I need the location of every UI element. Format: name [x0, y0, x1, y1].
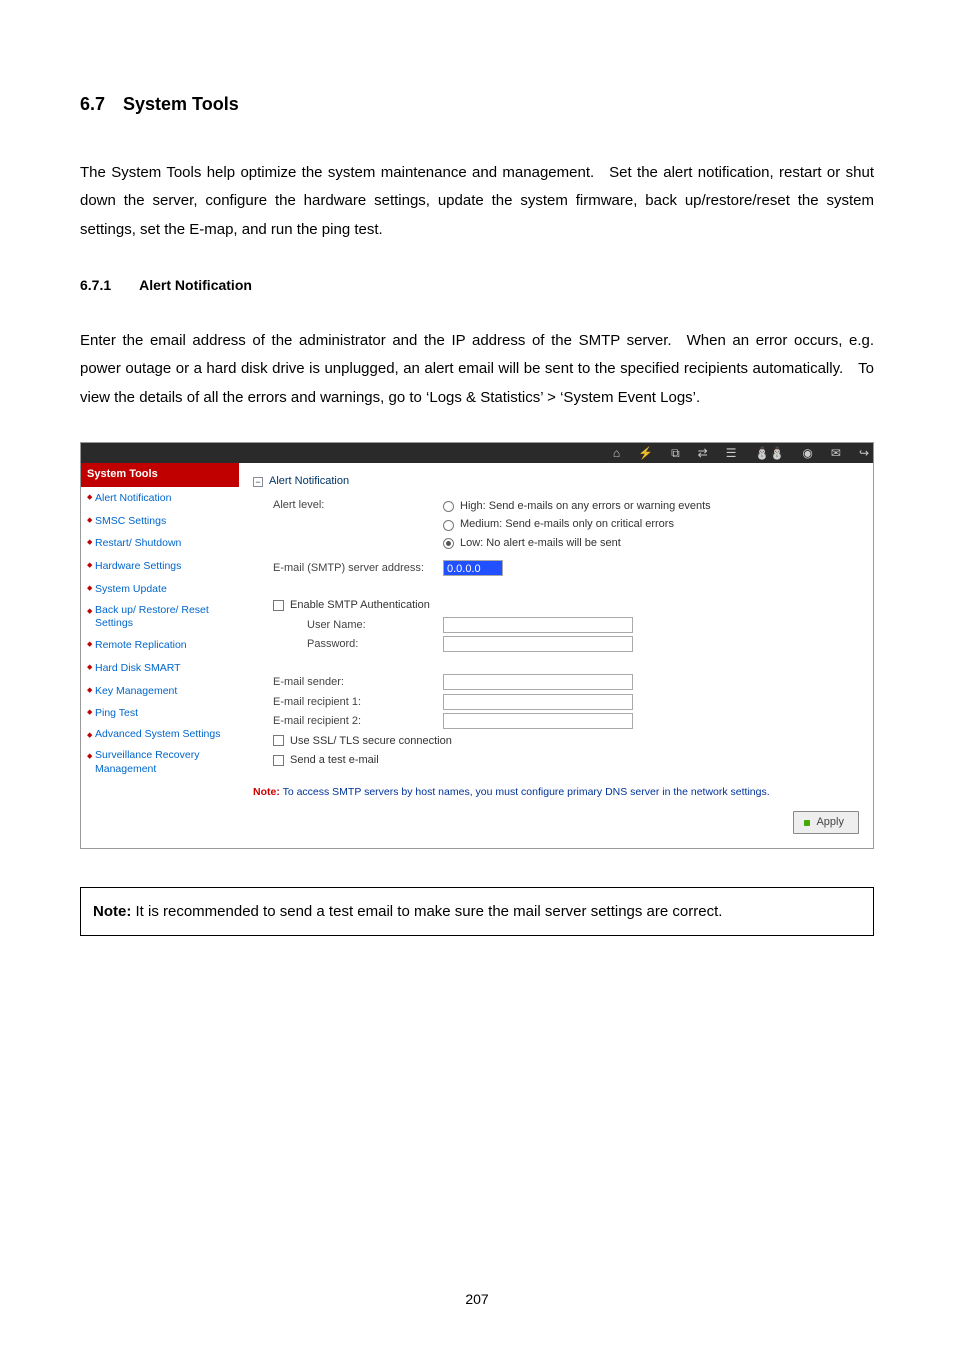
send-test-email[interactable]: Send a test e-mail — [253, 752, 859, 770]
sidebar-item-label: Hard Disk SMART — [95, 660, 235, 677]
sidebar-item-advanced-system-settings[interactable]: ◆Advanced System Settings — [81, 725, 239, 746]
sidebar-item-label: Advanced System Settings — [95, 728, 235, 742]
camera-icon[interactable]: ◉ — [802, 444, 812, 463]
sidebar-item-hard-disk-smart[interactable]: ◆Hard Disk SMART — [81, 657, 239, 680]
content-panel: − Alert Notification Alert level: High: … — [239, 463, 873, 848]
apply-button[interactable]: Apply — [793, 811, 859, 835]
email-sender-input[interactable] — [443, 674, 633, 690]
radio-label: High: Send e-mails on any errors or warn… — [460, 498, 711, 516]
alert-level-high[interactable]: High: Send e-mails on any errors or warn… — [443, 498, 859, 516]
checkbox-label: Enable SMTP Authentication — [290, 599, 430, 611]
subsection-heading: 6.7.1 Alert Notification — [80, 274, 874, 296]
checkbox-label: Use SSL/ TLS secure connection — [290, 735, 452, 747]
panel-title: Alert Notification — [269, 473, 349, 491]
apply-label: Apply — [816, 814, 844, 832]
email-recipient1-label: E-mail recipient 1: — [253, 694, 443, 712]
sidebar-item-backup-restore-reset[interactable]: ◆Back up/ Restore/ Reset Settings — [81, 601, 239, 634]
username-input[interactable] — [443, 617, 633, 633]
transfer-icon[interactable]: ⇄ — [698, 444, 708, 463]
apply-icon — [804, 820, 810, 826]
ui-screenshot: ⌂ ⚡ ⧉ ⇄ ☰ ⛄⛄ ◉ ✉ ↪ System Tools ◆Alert N… — [80, 442, 874, 849]
sidebar-item-label: Ping Test — [95, 705, 235, 722]
mail-icon[interactable]: ✉ — [831, 444, 841, 463]
sidebar-item-label: Back up/ Restore/ Reset Settings — [95, 604, 235, 631]
collapse-icon[interactable]: − — [253, 477, 263, 487]
panel-header[interactable]: − Alert Notification — [253, 473, 859, 491]
document-note-box: Note: It is recommended to send a test e… — [80, 887, 874, 936]
sidebar-item-label: Restart/ Shutdown — [95, 535, 235, 552]
note-label: Note: — [93, 903, 131, 920]
sidebar-item-label: Key Management — [95, 683, 235, 700]
sidebar-item-system-update[interactable]: ◆System Update — [81, 578, 239, 601]
subsection-paragraph: Enter the email address of the administr… — [80, 327, 874, 413]
smtp-address-input[interactable]: 0.0.0.0 — [443, 560, 503, 576]
alert-level-medium[interactable]: Medium: Send e-mails only on critical er… — [443, 516, 859, 534]
section-heading: 6.7 System Tools — [80, 90, 874, 119]
sidebar-item-label: System Update — [95, 581, 235, 598]
sliders-icon[interactable]: ⧉ — [671, 444, 680, 463]
sidebar-header: System Tools — [81, 463, 239, 487]
sidebar-item-restart-shutdown[interactable]: ◆Restart/ Shutdown — [81, 532, 239, 555]
email-recipient2-input[interactable] — [443, 713, 633, 729]
password-input[interactable] — [443, 636, 633, 652]
sidebar-item-label: SMSC Settings — [95, 513, 235, 530]
email-recipient1-input[interactable] — [443, 694, 633, 710]
email-sender-label: E-mail sender: — [253, 674, 443, 692]
sidebar-item-remote-replication[interactable]: ◆Remote Replication — [81, 634, 239, 657]
top-icon-bar: ⌂ ⚡ ⧉ ⇄ ☰ ⛄⛄ ◉ ✉ ↪ — [81, 443, 873, 463]
note-prefix: Note: — [253, 786, 280, 798]
logout-icon[interactable]: ↪ — [859, 444, 869, 463]
smtp-address-label: E-mail (SMTP) server address: — [253, 560, 443, 578]
enable-smtp-auth[interactable]: Enable SMTP Authentication — [253, 597, 859, 615]
checkbox-label: Send a test e-mail — [290, 754, 379, 766]
sidebar-item-alert-notification[interactable]: ◆Alert Notification — [81, 487, 239, 510]
sidebar-item-label: Surveillance Recovery Management — [95, 749, 235, 776]
use-ssl-tls[interactable]: Use SSL/ TLS secure connection — [253, 733, 859, 751]
sidebar-item-key-management[interactable]: ◆Key Management — [81, 680, 239, 703]
sidebar-item-label: Alert Notification — [95, 490, 235, 507]
sidebar-item-hardware-settings[interactable]: ◆Hardware Settings — [81, 555, 239, 578]
list-icon[interactable]: ☰ — [726, 444, 737, 463]
alert-level-label: Alert level: — [253, 497, 443, 554]
page-number: 207 — [0, 1288, 954, 1310]
sidebar-item-label: Remote Replication — [95, 637, 235, 654]
radio-label: Medium: Send e-mails only on critical er… — [460, 516, 674, 534]
sidebar-item-smsc-settings[interactable]: ◆SMSC Settings — [81, 510, 239, 533]
radio-label: Low: No alert e-mails will be sent — [460, 535, 621, 553]
intro-paragraph: The System Tools help optimize the syste… — [80, 159, 874, 245]
note-body: To access SMTP servers by host names, yo… — [280, 786, 770, 798]
users-icon[interactable]: ⛄⛄ — [755, 444, 785, 463]
lightning-icon[interactable]: ⚡ — [638, 444, 653, 463]
email-recipient2-label: E-mail recipient 2: — [253, 713, 443, 731]
username-label: User Name: — [253, 617, 443, 635]
config-note: Note: To access SMTP servers by host nam… — [253, 784, 859, 801]
alert-level-low[interactable]: Low: No alert e-mails will be sent — [443, 535, 859, 553]
sidebar: System Tools ◆Alert Notification ◆SMSC S… — [81, 463, 239, 848]
note-text: It is recommended to send a test email t… — [131, 903, 722, 920]
sidebar-item-label: Hardware Settings — [95, 558, 235, 575]
home-icon[interactable]: ⌂ — [613, 444, 620, 463]
sidebar-item-surveillance-recovery-management[interactable]: ◆Surveillance Recovery Management — [81, 746, 239, 779]
password-label: Password: — [253, 636, 443, 654]
sidebar-item-ping-test[interactable]: ◆Ping Test — [81, 702, 239, 725]
